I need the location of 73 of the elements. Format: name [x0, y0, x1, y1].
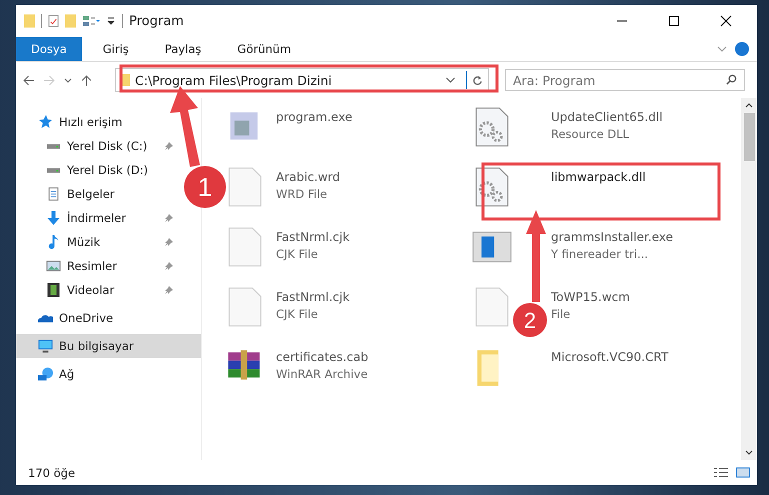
network-icon	[38, 367, 53, 381]
scrollbar[interactable]	[741, 98, 757, 460]
sidebar-item[interactable]: Hızlı erişim	[16, 110, 176, 134]
file-name: ToWP15.wcm	[551, 290, 630, 304]
file-name: Arabic.wrd	[276, 170, 340, 184]
file-type: Y finereader tri...	[551, 247, 650, 261]
star-icon	[38, 115, 53, 129]
recent-locations-icon[interactable]	[64, 78, 72, 82]
file-name: Microsoft.VC90.CRT	[551, 350, 668, 364]
maximize-icon[interactable]	[668, 15, 680, 27]
pin-icon[interactable]	[164, 261, 174, 271]
sidebar-item[interactable]: Bu bilgisayar	[16, 334, 201, 358]
sidebar-item[interactable]: Belgeler	[16, 182, 176, 206]
up-arrow-icon[interactable]	[80, 74, 93, 86]
download-icon	[46, 211, 61, 225]
drive-icon	[46, 142, 61, 150]
close-icon[interactable]	[720, 15, 732, 27]
file-name: libmwarpack.dll	[551, 170, 646, 184]
file-type: CJK File	[276, 247, 319, 261]
file-type: CJK File	[276, 307, 319, 321]
search-icon	[726, 74, 737, 85]
ribbon-tab[interactable]: Giriş	[88, 37, 144, 61]
file-type: Resource DLL	[551, 127, 630, 141]
sidebar-item[interactable]: Müzik	[16, 230, 176, 254]
pin-icon[interactable]	[164, 237, 174, 247]
sidebar-item[interactable]: Yerel Disk (D:)	[16, 158, 176, 182]
item-count: 170 öğe	[28, 466, 76, 480]
view-dropdown-icon[interactable]	[82, 15, 100, 27]
file-name: certificates.cab	[276, 350, 368, 364]
file-type: WRD File	[276, 187, 328, 201]
file-name: FastNrml.cjk	[276, 230, 350, 244]
dropdown-caret-icon[interactable]	[445, 77, 456, 83]
address-field[interactable]: C:\Program Files\Program Dizini	[115, 68, 489, 92]
file-type: File	[551, 307, 572, 321]
scroll-thumb[interactable]	[744, 113, 754, 161]
minimize-icon[interactable]	[616, 20, 628, 22]
file-name: UpdateClient65.dll	[551, 110, 663, 124]
drive-icon	[46, 166, 61, 174]
sidebar-item[interactable]: Ağ	[16, 362, 201, 386]
large-icons-view-icon[interactable]	[735, 467, 751, 478]
document-icon	[46, 187, 61, 201]
pin-icon[interactable]	[164, 213, 174, 223]
film-icon	[46, 283, 61, 297]
details-view-icon[interactable]	[713, 467, 729, 478]
file-name: FastNrml.cjk	[276, 290, 350, 304]
ribbon-tab[interactable]: Paylaş	[150, 37, 216, 61]
file-type: WinRAR Archive	[276, 367, 368, 381]
pin-icon[interactable]	[164, 141, 174, 151]
ribbon-tab[interactable]: Görünüm	[222, 37, 306, 61]
refresh-icon[interactable]	[472, 74, 483, 86]
help-icon[interactable]	[735, 42, 749, 56]
picture-icon	[46, 259, 61, 273]
sidebar-item[interactable]: Resimler	[16, 254, 176, 278]
pin-icon[interactable]	[164, 285, 174, 295]
back-arrow-icon[interactable]	[22, 74, 35, 86]
search-field[interactable]: Ara: Program	[505, 69, 745, 91]
number-badge: 1	[184, 166, 226, 208]
scroll-down-icon[interactable]	[745, 450, 753, 455]
scroll-up-icon[interactable]	[745, 103, 753, 108]
expand-ribbon-icon[interactable]	[717, 46, 727, 52]
file-name: program.exe	[276, 110, 352, 124]
properties-icon[interactable]	[48, 14, 59, 28]
sidebar-item[interactable]: Videolar	[16, 278, 176, 302]
number-badge: 2	[513, 303, 547, 337]
sidebar-item[interactable]: OneDrive	[16, 306, 201, 330]
music-note-icon	[46, 235, 61, 249]
sidebar-item[interactable]: Yerel Disk (C:)	[16, 134, 176, 158]
monitor-icon	[38, 339, 53, 353]
sidebar-item[interactable]: İndirmeler	[16, 206, 176, 230]
ribbon-tab[interactable]: Dosya	[16, 37, 82, 61]
customize-toolbar-icon[interactable]	[106, 16, 116, 26]
window-title: Program	[129, 14, 184, 28]
file-name: grammsInstaller.exe	[551, 230, 673, 244]
